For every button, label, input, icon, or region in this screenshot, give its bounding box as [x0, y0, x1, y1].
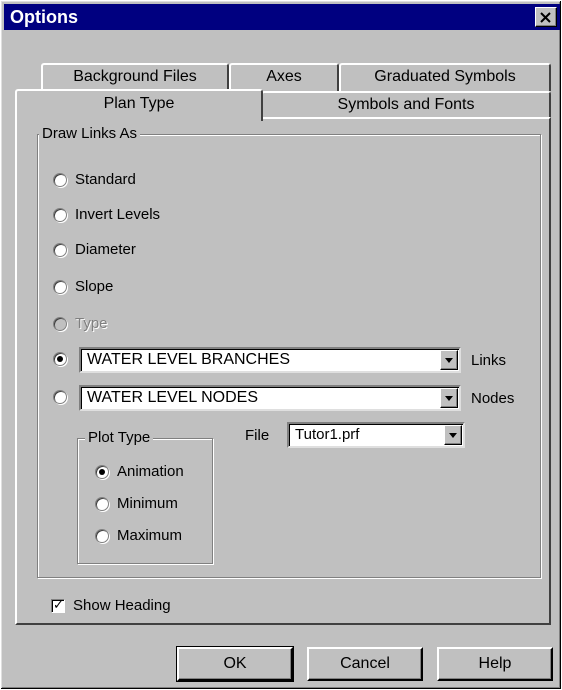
dropdown-arrow-icon[interactable]: [440, 350, 458, 370]
tab-plan-type[interactable]: Plan Type: [15, 89, 263, 121]
links-combo-value: WATER LEVEL BRANCHES: [87, 351, 291, 368]
radio-button[interactable]: [53, 172, 67, 187]
tab-background-files[interactable]: Background Files: [41, 63, 229, 91]
radio-links[interactable]: [53, 352, 75, 366]
nodes-combo[interactable]: WATER LEVEL NODES: [79, 385, 461, 411]
radio-label: Type: [75, 315, 108, 332]
radio-label: Animation: [117, 463, 184, 480]
radio-maximum[interactable]: Maximum: [95, 527, 182, 544]
options-dialog: Options Background Files Axes Graduated …: [0, 0, 562, 690]
file-combo[interactable]: Tutor1.prf: [287, 422, 465, 448]
close-icon: [540, 12, 551, 23]
radio-invert-levels[interactable]: Invert Levels: [53, 206, 160, 223]
radio-standard[interactable]: Standard: [53, 171, 136, 188]
radio-diameter[interactable]: Diameter: [53, 241, 136, 258]
links-label: Links: [471, 352, 507, 369]
radio-button[interactable]: [95, 528, 109, 543]
close-button[interactable]: [535, 7, 557, 27]
nodes-label: Nodes: [471, 390, 515, 407]
help-button[interactable]: Help: [437, 647, 553, 681]
file-combo-value: Tutor1.prf: [295, 426, 360, 443]
radio-button[interactable]: [53, 207, 67, 222]
file-label: File: [245, 427, 270, 444]
radio-button[interactable]: [53, 242, 67, 257]
radio-label: Diameter: [75, 241, 136, 258]
title-bar[interactable]: Options: [4, 4, 560, 30]
radio-button[interactable]: [53, 279, 67, 294]
dropdown-arrow-icon[interactable]: [440, 388, 458, 408]
ok-button[interactable]: OK: [176, 646, 294, 682]
tab-label: Plan Type: [103, 95, 175, 112]
radio-label: Slope: [75, 278, 114, 295]
draw-links-group-label: Draw Links As: [39, 126, 141, 142]
radio-button[interactable]: [95, 496, 109, 511]
radio-minimum[interactable]: Minimum: [95, 495, 178, 512]
plot-type-group-label: Plot Type: [85, 430, 154, 446]
radio-label: Invert Levels: [75, 206, 161, 223]
radio-button[interactable]: [53, 352, 67, 366]
cancel-button[interactable]: Cancel: [307, 647, 423, 681]
radio-animation[interactable]: Animation: [95, 463, 184, 480]
tab-axes[interactable]: Axes: [229, 63, 339, 91]
tab-label: Background Files: [73, 68, 197, 85]
tab-label: Axes: [266, 68, 302, 85]
radio-label: Standard: [75, 171, 136, 188]
check-icon: ✓: [53, 596, 64, 612]
show-heading-checkbox[interactable]: ✓ Show Heading: [51, 597, 171, 614]
links-combo[interactable]: WATER LEVEL BRANCHES: [79, 347, 461, 373]
checkbox-label: Show Heading: [73, 597, 171, 614]
checkbox[interactable]: ✓: [51, 596, 65, 613]
tab-symbols-and-fonts[interactable]: Symbols and Fonts: [261, 91, 551, 119]
nodes-combo-value: WATER LEVEL NODES: [87, 389, 258, 406]
radio-button: [53, 316, 67, 331]
radio-label: Minimum: [117, 495, 178, 512]
radio-nodes[interactable]: [53, 390, 75, 404]
tab-graduated-symbols[interactable]: Graduated Symbols: [339, 63, 551, 91]
radio-type: Type: [53, 315, 108, 332]
radio-slope[interactable]: Slope: [53, 278, 113, 295]
tab-label: Graduated Symbols: [374, 68, 516, 85]
radio-button[interactable]: [95, 464, 109, 479]
radio-label: Maximum: [117, 527, 183, 544]
radio-button[interactable]: [53, 390, 67, 404]
dropdown-arrow-icon[interactable]: [444, 425, 462, 445]
dialog-title: Options: [10, 7, 78, 27]
tab-label: Symbols and Fonts: [337, 96, 475, 113]
